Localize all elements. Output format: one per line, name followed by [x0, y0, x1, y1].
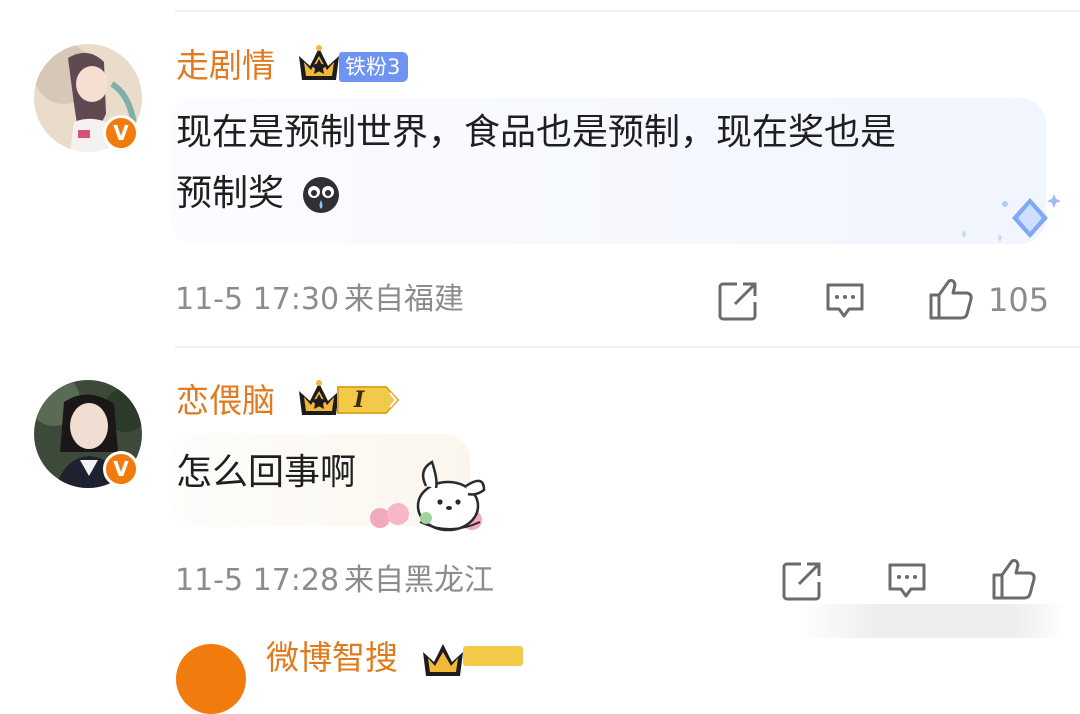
top-divider: [175, 10, 1080, 12]
comment-icon[interactable]: [824, 281, 866, 321]
level-badge: I: [336, 384, 400, 416]
level-badge-text: I: [354, 387, 365, 413]
comment-divider: [175, 346, 1080, 348]
badge-partial: [463, 646, 523, 666]
thumbs-up-icon[interactable]: [928, 277, 974, 321]
share-icon[interactable]: [781, 560, 823, 602]
username[interactable]: 走剧情: [176, 46, 275, 86]
like-count: 105: [988, 281, 1050, 319]
comment-time: 11-5 17:28: [175, 563, 340, 598]
comment-icon[interactable]: [886, 561, 928, 601]
crying-face-emoji: [303, 177, 339, 213]
blurred-overlay-strip: [800, 604, 1066, 638]
comment-text-line: 现在是预制世界，食品也是预制，现在奖也是: [176, 112, 897, 153]
share-icon[interactable]: [717, 280, 759, 322]
comment-time: 11-5 17:30: [175, 282, 340, 317]
verified-badge: V: [103, 115, 139, 151]
verified-badge: V: [103, 451, 139, 487]
pochacco-sticker-icon: [370, 460, 486, 532]
username[interactable]: 恋偎脑: [176, 381, 275, 421]
fan-badge: 铁粉3: [339, 52, 409, 82]
comment-text-line: 怎么回事啊: [176, 452, 357, 493]
comment-location: 来自黑龙江: [344, 563, 494, 598]
comment-text-line: 预制奖: [176, 173, 285, 214]
thumbs-up-icon[interactable]: [991, 557, 1037, 601]
username[interactable]: 微博智搜: [266, 638, 398, 678]
diamond-sparkle-decoration: [962, 194, 1060, 242]
crown-icon: [423, 644, 463, 676]
comment-location: 来自福建: [344, 282, 464, 317]
crown-icon: [299, 45, 339, 80]
avatar[interactable]: [176, 644, 246, 714]
